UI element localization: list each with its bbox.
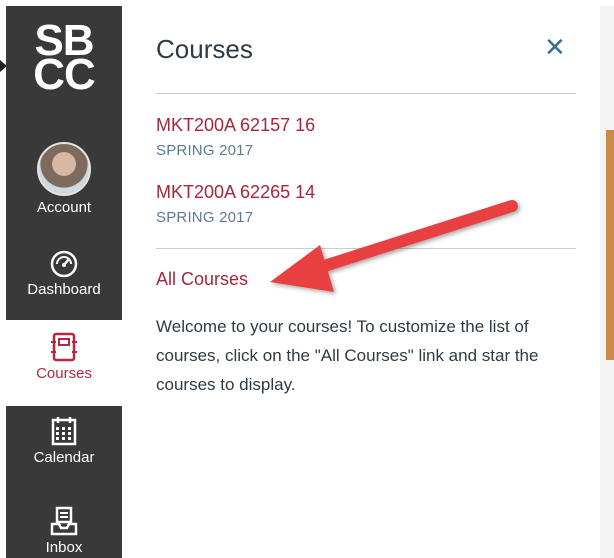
annotation-arrow — [270, 200, 518, 292]
